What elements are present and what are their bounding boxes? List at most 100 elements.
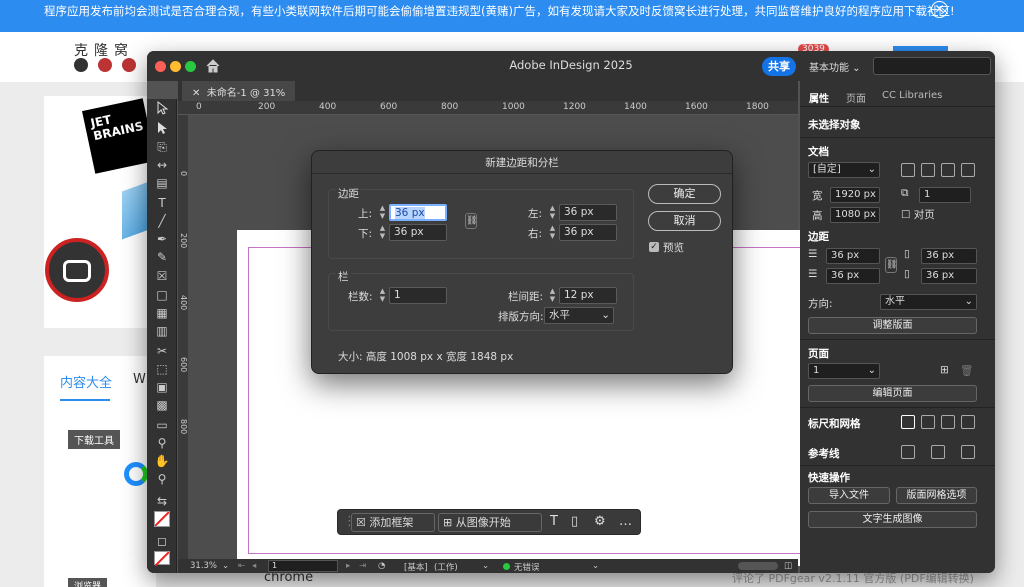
height-input[interactable]: 1080 px [830,207,880,223]
margin-right-input[interactable]: 36 px [921,268,977,284]
adjust-layout-button[interactable]: 调整版面 [808,317,977,334]
formatting-container-icon[interactable]: ◻ [154,533,170,549]
gutter-stepper-icon[interactable]: ▲ ▼ [548,287,557,304]
show-guides-icon[interactable] [901,445,915,459]
mode-dropdown-icon[interactable]: ⌄ [482,561,489,571]
page-number-field[interactable]: 1 [268,560,338,572]
zoom-dropdown-icon[interactable]: ⌄ [222,561,229,571]
rectangle-tool-icon[interactable]: □ [154,287,170,303]
bottom-stepper-icon[interactable]: ▲ ▼ [378,224,387,241]
note-tool-icon[interactable]: ▭ [154,417,170,433]
table-tool-icon[interactable]: ▦ [154,305,170,321]
intent-web-icon[interactable] [921,163,935,177]
category-tag-browser[interactable]: 浏览器 [68,578,108,587]
ok-button[interactable]: 确定 [648,184,721,204]
preset-select[interactable]: [自定] ⌄ [808,162,880,178]
bottom-margin-input[interactable]: 36 px [389,224,447,241]
page-settings-icon[interactable]: ⚙ [594,514,606,529]
margin-top-input[interactable]: 36 px [826,248,880,264]
facing-pages-checkbox[interactable]: ☐ 对页 [901,207,935,222]
preflight-status[interactable]: 无错误 [514,561,540,573]
ruler-icon[interactable] [901,415,915,429]
category-tag-download[interactable]: 下载工具 [68,430,120,449]
preflight-dropdown-icon[interactable]: ⌄ [592,561,599,571]
eyedropper-tool-icon[interactable]: ⚲ [154,435,170,451]
import-file-button[interactable]: 导入文件 [808,487,890,504]
layout-grid-options-button[interactable]: 版面网格选项 [896,487,977,504]
width-input[interactable]: 1920 px [830,187,880,203]
tab-pages[interactable]: 页面 [846,90,866,105]
page-tool-icon[interactable]: ⎘ [154,139,170,155]
direction-select[interactable]: 水平 ⌄ [544,307,614,324]
tab-cc-libraries[interactable]: CC Libraries [882,90,942,101]
document-grid-icon[interactable] [941,415,955,429]
content-collector-icon[interactable]: ▤ [154,175,170,191]
free-transform-tool-icon[interactable]: ⬚ [154,361,170,377]
last-page-icon[interactable]: ⇥ [359,561,366,571]
share-button[interactable]: 共享 [762,57,796,76]
edit-page-button[interactable]: 编辑页面 [808,385,977,402]
prev-page-icon[interactable]: ◂ [252,561,256,571]
pages-count-input[interactable]: 1 [919,187,971,203]
add-frame-button[interactable]: ☒ 添加框架 [351,513,435,532]
jetbrains-logo[interactable]: JET BRAINS [82,98,156,174]
preview-checkbox[interactable]: ✓ [649,242,659,252]
intent-print-icon[interactable] [901,163,915,177]
panel-toggle-icon[interactable]: ◫ [784,561,792,571]
gap-tool-icon[interactable]: ↔ [154,157,170,173]
zoom-level[interactable]: 31.3% [190,561,217,571]
left-stepper-icon[interactable]: ▲ ▼ [548,204,557,221]
cancel-button[interactable]: 取消 [648,211,721,231]
zoom-tool-icon[interactable]: ⚲ [154,471,170,487]
margin-bottom-input[interactable]: 36 px [826,268,880,284]
more-options-icon[interactable]: … [619,514,632,529]
intent-other-icon[interactable] [961,163,975,177]
vertical-ruler[interactable]: 0 200 400 600 800 [178,115,188,559]
horizontal-ruler[interactable]: 0 200 400 600 800 1000 1200 1400 1600 18… [178,101,798,115]
delete-page-icon[interactable]: 🗑 [960,364,973,377]
line-tool-icon[interactable]: ╱ [154,213,170,229]
hand-tool-icon[interactable]: ✋ [154,453,170,469]
tab-document[interactable]: ✕ 未命名-1 @ 31% [182,81,296,101]
selection-tool-icon[interactable] [154,100,170,117]
gradient-feather-tool-icon[interactable]: ▩ [154,397,170,413]
pencil-tool-icon[interactable]: ✎ [154,249,170,265]
close-icon[interactable]: ✕ [931,1,948,18]
gutter-input[interactable]: 12 px [559,287,617,304]
columns-stepper-icon[interactable]: ▲ ▼ [378,287,387,304]
start-from-image-button[interactable]: ⊞ 从图像开始 [438,513,542,532]
scissors-tool-icon[interactable]: ✂ [154,343,170,359]
baseline-grid-icon[interactable] [921,415,935,429]
intent-mobile-icon[interactable] [941,163,955,177]
smart-guides-icon[interactable] [931,445,945,459]
site-logo[interactable]: 克隆窝 [74,40,134,60]
right-margin-input[interactable]: 36 px [559,224,617,241]
top-stepper-icon[interactable]: ▲ ▼ [378,204,387,221]
text-icon[interactable]: T [550,514,558,529]
type-tool-icon[interactable]: T [154,195,170,211]
page-icon[interactable]: ▯ [571,514,578,529]
tab-properties[interactable]: 属性 [809,90,829,105]
screen-mode-icon[interactable] [154,551,170,567]
fill-color-swatch[interactable] [154,511,170,527]
margin-left-input[interactable]: 36 px [921,248,977,264]
text-to-image-button[interactable]: 文字生成图像 [808,511,977,528]
site-tab-other[interactable]: W [133,372,146,387]
columns-count-input[interactable]: 1 [389,287,447,304]
mode-status[interactable]: (工作) [434,561,458,573]
left-margin-input[interactable]: 36 px [559,204,617,221]
lock-guides-icon[interactable] [961,445,975,459]
margins-link-icon[interactable]: ⛓ [885,257,897,273]
fill-stroke-swap-icon[interactable]: ⇆ [154,493,170,509]
grid-tool-icon[interactable]: ▥ [154,323,170,339]
app-icon[interactable] [124,462,148,486]
next-page-icon[interactable]: ▸ [346,561,350,571]
layout-grid-icon[interactable] [961,415,975,429]
right-stepper-icon[interactable]: ▲ ▼ [548,224,557,241]
site-tab-content[interactable]: 内容大全 [60,372,112,391]
workspace-switcher[interactable]: 基本功能 ⌄ [809,59,861,74]
orientation-select[interactable]: 水平 ⌄ [880,294,977,310]
horizontal-scrollbar[interactable] [738,562,778,570]
search-input[interactable] [873,57,991,75]
gradient-tool-icon[interactable]: ▣ [154,379,170,395]
